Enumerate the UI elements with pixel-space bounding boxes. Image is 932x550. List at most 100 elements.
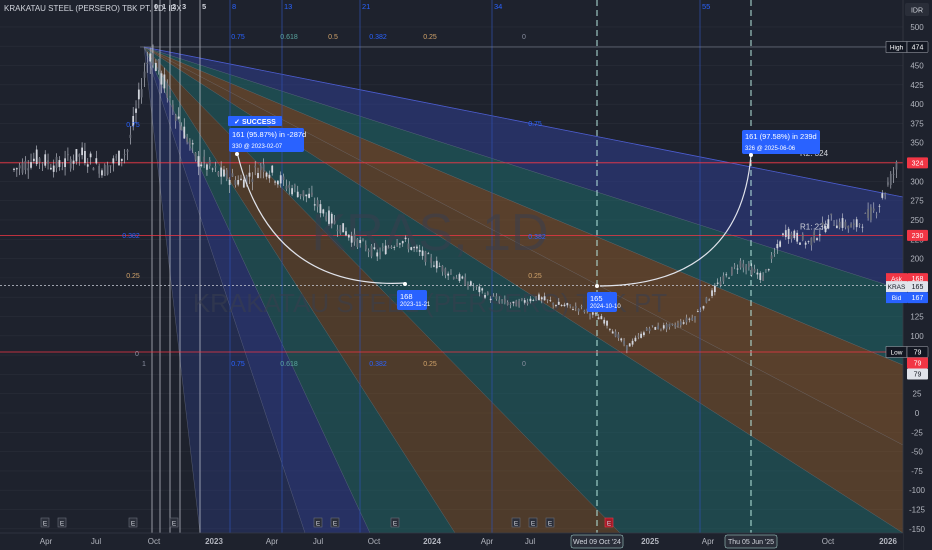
candle-body — [753, 269, 756, 272]
candle-body — [254, 165, 257, 168]
candle-body — [200, 164, 203, 166]
fib-time-count: 21 — [362, 2, 370, 11]
candle-body — [430, 257, 433, 263]
candle-body — [27, 168, 30, 171]
candle-body — [589, 314, 591, 317]
candle-body — [24, 160, 27, 170]
earnings-marker-label: E — [607, 521, 612, 528]
candle-body — [220, 167, 223, 177]
candle-body — [387, 247, 390, 249]
candle-body — [773, 252, 776, 254]
candle-body — [682, 322, 685, 324]
candle-body — [540, 297, 543, 300]
candle-body — [189, 140, 191, 145]
candle-body — [55, 157, 58, 168]
candle-body — [143, 71, 146, 78]
x-tick-label: Apr — [702, 537, 715, 546]
fib-bottom-label: 0.25 — [423, 361, 437, 368]
candle-body — [824, 225, 827, 232]
y-tick-label: 350 — [910, 139, 924, 148]
candle-body — [89, 153, 92, 158]
x-tick-label: Apr — [266, 537, 279, 546]
fib-time-count: 55 — [702, 2, 710, 11]
candle-body — [416, 246, 418, 249]
candle-body — [92, 167, 95, 171]
candle-body — [469, 281, 472, 286]
price-badge-value: 165 — [912, 284, 924, 291]
candle-body — [208, 159, 211, 166]
y-tick-label: 300 — [910, 177, 924, 186]
candle-body — [526, 301, 529, 304]
candle-body — [799, 242, 801, 245]
candle-body — [643, 332, 645, 336]
candle-body — [872, 208, 875, 211]
y-tick-label: 500 — [910, 23, 924, 32]
callout-sub: 330 @ 2023-02-07 — [232, 144, 283, 150]
candle-body — [364, 244, 367, 250]
candle-body — [103, 164, 106, 176]
candle-body — [600, 316, 603, 320]
chart-container: R2: 324R1: 230 KRAS, 1D KRAKATAU STEEL (… — [0, 0, 932, 550]
candle-body — [713, 285, 716, 293]
y-tick-label: -125 — [909, 506, 926, 515]
candle-body — [399, 243, 401, 245]
candle-body — [472, 286, 475, 288]
candle-body — [538, 294, 540, 300]
y-tick-label: -75 — [911, 467, 923, 476]
candle-body — [478, 286, 481, 293]
fib-top-label: 0.75 — [231, 34, 245, 41]
candle-body — [835, 225, 838, 229]
candle-body — [160, 73, 163, 85]
candle-body — [274, 181, 276, 183]
candle-body — [759, 273, 762, 280]
candle-body — [186, 137, 188, 143]
candle-body — [214, 166, 217, 168]
candle-body — [870, 207, 872, 221]
candle-body — [628, 343, 631, 347]
candle-body — [339, 225, 342, 234]
watermark-ticker: KRAS, 1D — [312, 204, 549, 262]
candle-body — [779, 241, 782, 247]
candle-body — [484, 295, 486, 298]
price-chart[interactable]: R2: 324R1: 230 KRAS, 1D KRAKATAU STEEL (… — [0, 0, 932, 550]
candle-body — [115, 156, 118, 158]
candle-body — [594, 313, 597, 315]
fib-top-label: 0.382 — [369, 34, 387, 41]
candle-body — [677, 323, 679, 326]
candle-body — [322, 209, 325, 214]
candle-body — [591, 312, 594, 315]
x-tick-label: Apr — [40, 537, 53, 546]
candle-body — [495, 296, 498, 300]
fib-top-label: 0.618 — [280, 34, 298, 41]
candle-body — [259, 165, 262, 171]
callout-main: 161 (97.58%) in 239d — [745, 132, 817, 141]
candle-body — [657, 325, 660, 330]
y-tick-label: 400 — [910, 100, 924, 109]
candle-body — [248, 172, 251, 177]
candle-body — [433, 265, 435, 267]
candle-body — [169, 88, 171, 96]
candle-body — [620, 338, 623, 341]
candle-body — [521, 298, 523, 301]
callout-main: 165 — [590, 294, 603, 303]
candle-body — [679, 321, 682, 326]
candle-body — [546, 299, 549, 301]
candle-body — [228, 179, 231, 185]
y-tick-label: -150 — [909, 525, 926, 534]
candle-body — [234, 180, 237, 186]
candle-body — [362, 239, 364, 241]
price-badge-value: 79 — [914, 350, 922, 357]
candle-body — [481, 288, 484, 291]
candle-body — [140, 89, 143, 98]
fib-left-label: 1 — [142, 361, 146, 368]
x-tick-label: 2025 — [641, 537, 659, 546]
candle-body — [95, 158, 98, 164]
candle-body — [566, 303, 569, 306]
candle-body — [404, 237, 407, 240]
candle-body — [509, 304, 512, 305]
candle-body — [512, 301, 515, 304]
candle-body — [30, 162, 32, 168]
fib-time-count: 8 — [232, 2, 236, 11]
candle-body — [458, 274, 461, 281]
callout-main: 168 — [400, 292, 413, 301]
